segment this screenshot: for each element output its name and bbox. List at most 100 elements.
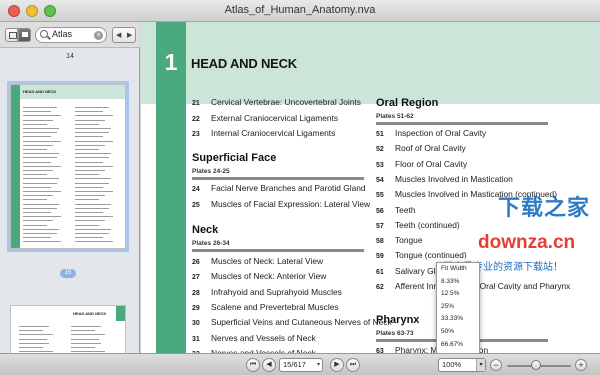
toc-entry-title: External Craniocervical Ligaments: [211, 112, 339, 123]
clear-search-icon[interactable]: ×: [94, 31, 103, 40]
toc-entry[interactable]: 54 Muscles Involved in Mastication: [376, 174, 513, 184]
first-page-button[interactable]: ⏮: [246, 358, 260, 372]
thumbnail-text-line: [23, 111, 51, 113]
toc-entry-title: Scalene and Prevertebral Muscles: [211, 301, 339, 312]
toc-entry[interactable]: 23 Internal Craniocervical Ligaments: [192, 128, 335, 138]
next-page-button[interactable]: ▶: [330, 358, 344, 372]
toc-entry[interactable]: 21 Cervical Vertebrae: Uncovertebral Join…: [192, 97, 361, 107]
toc-entry[interactable]: 56 Teeth: [376, 205, 416, 215]
thumbnail-text-line: [75, 182, 109, 184]
toc-entry[interactable]: 28 Infrahyoid and Suprahyoid Muscles: [192, 287, 342, 297]
zoom-option[interactable]: 8.33%: [441, 278, 459, 285]
window-title: Atlas_of_Human_Anatomy.nva: [224, 4, 376, 16]
toc-entry-title: Internal Craniocervical Ligaments: [211, 128, 336, 138]
thumbnail-text-line: [23, 157, 57, 159]
thumbnail-sidebar: Atlas × ◀ ▶ 14 HEAD AND NECK 15 HEAD AND…: [0, 22, 140, 365]
toc-entry[interactable]: 52 Roof of Oral Cavity: [376, 143, 466, 153]
zoom-option[interactable]: 25%: [441, 303, 454, 310]
zoom-option[interactable]: Fit Width: [441, 265, 467, 272]
toc-entry[interactable]: 57 Teeth (continued): [376, 220, 460, 230]
thumbnail-chapter-strip: [116, 306, 125, 321]
page-number-value: 15/617: [283, 360, 306, 369]
toc-entry-page: 52: [376, 146, 384, 154]
toc-entry-page: 53: [376, 161, 384, 169]
toc-entry-page: 23: [192, 131, 200, 138]
toc-entry-page: 24: [192, 186, 200, 193]
toc-entry-page: 56: [376, 207, 384, 215]
toc-entry-page: 22: [192, 115, 200, 123]
section-plates-superficial-face: Plates 24-25: [192, 168, 230, 175]
thumbnail-text-line: [23, 241, 61, 243]
page-number-field[interactable]: 15/617 ▾: [279, 358, 323, 372]
thumbnail-text-line: [23, 107, 57, 108]
toc-entry-page: 55: [376, 192, 384, 200]
zoom-option[interactable]: 12.5%: [441, 290, 459, 297]
section-rule: [376, 122, 548, 125]
toc-entry[interactable]: 26 Muscles of Neck: Lateral View: [192, 256, 323, 266]
thumbnail-text-line: [75, 220, 105, 222]
toc-entry[interactable]: 22 External Craniocervical Ligaments: [192, 113, 338, 123]
toc-entry[interactable]: 29 Scalene and Prevertebral Muscles: [192, 302, 339, 312]
thumbnail-text-line: [75, 207, 109, 209]
toc-entry-title: Roof of Oral Cavity: [395, 143, 466, 154]
search-nav-buttons[interactable]: ◀ ▶: [112, 27, 136, 43]
toc-entry-page: 62: [376, 284, 384, 291]
page-thumbnail-selected[interactable]: HEAD AND NECK: [10, 84, 126, 249]
zoom-option[interactable]: 33.33%: [441, 315, 463, 322]
search-input[interactable]: Atlas ×: [35, 27, 107, 43]
contents-view-button[interactable]: [18, 28, 31, 42]
next-result-icon[interactable]: ▶: [127, 31, 132, 39]
thumbnail-text-line: [23, 132, 57, 134]
thumbnail-text-line: [23, 237, 51, 239]
thumbnail-text-line: [75, 203, 111, 205]
search-icon: [40, 30, 48, 38]
thumbnail-text-line: [23, 186, 51, 188]
section-heading-oral-region: Oral Region: [376, 97, 439, 109]
thumbnail-text-line: [75, 228, 111, 230]
toc-entry[interactable]: 51 Inspection of Oral Cavity: [376, 128, 486, 138]
thumbnail-text-line: [75, 233, 109, 234]
toc-entry[interactable]: 30 Superficial Veins and Cutaneous Nerves…: [192, 317, 392, 327]
thumbnails-view-button[interactable]: [5, 28, 18, 42]
toc-entry[interactable]: 58 Tongue: [376, 235, 422, 245]
thumbnail-chapter-strip: [11, 85, 20, 248]
thumbnail-text-line: [23, 195, 53, 197]
zoom-out-button[interactable]: −: [490, 359, 502, 371]
toc-entry-title: Teeth (continued): [395, 219, 460, 230]
thumbnail-text-line: [75, 186, 103, 188]
thumbnail-text-line: [75, 132, 109, 134]
thumbnail-text-line: [71, 347, 95, 348]
thumbnail-text-line: [23, 140, 61, 142]
toc-entry-title: Teeth: [395, 204, 416, 215]
toc-entry-title: Floor of Oral Cavity: [395, 158, 468, 169]
section-heading-pharynx: Pharynx: [376, 314, 420, 326]
toc-entry-page: 30: [192, 320, 200, 328]
thumbnail-text-line: [75, 149, 99, 150]
thumbnail-text-line: [19, 330, 43, 332]
toc-entry[interactable]: 31 Nerves and Vessels of Neck: [192, 333, 316, 343]
toc-entry[interactable]: 24 Facial Nerve Branches and Parotid Glan…: [192, 183, 366, 193]
toc-entry[interactable]: 27 Muscles of Neck: Anterior View: [192, 271, 326, 281]
zoom-slider-knob[interactable]: [530, 360, 541, 370]
toc-entry[interactable]: 53 Floor of Oral Cavity: [376, 159, 467, 169]
thumbnail-text-line: [71, 334, 105, 336]
thumbnail-text-line: [71, 326, 101, 327]
toc-entry-page: 25: [192, 201, 200, 209]
zoom-select[interactable]: 100% ▾: [438, 358, 486, 372]
last-page-button[interactable]: ⏭: [346, 358, 360, 372]
previous-page-button[interactable]: ◀: [262, 358, 276, 372]
previous-result-icon[interactable]: ◀: [116, 31, 121, 39]
thumbnail-text-line: [23, 228, 59, 230]
zoom-in-button[interactable]: +: [575, 359, 587, 371]
sidebar-toolbar: Atlas × ◀ ▶: [0, 22, 140, 48]
toc-entry[interactable]: 25 Muscles of Facial Expression: Lateral …: [192, 199, 370, 209]
thumbnail-text-line: [23, 115, 61, 117]
zoom-option[interactable]: 50%: [441, 328, 454, 335]
zoom-option[interactable]: 66.67%: [441, 341, 463, 348]
thumbnail-text-line: [23, 233, 57, 234]
toc-entry-title: Muscles of Neck: Lateral View: [211, 256, 324, 266]
toc-entry-title: Tongue: [395, 235, 423, 246]
thumbnail-page-label: 14: [66, 53, 74, 60]
thumbnail-text-line: [23, 136, 51, 138]
thumbnail-text-line: [75, 144, 105, 146]
